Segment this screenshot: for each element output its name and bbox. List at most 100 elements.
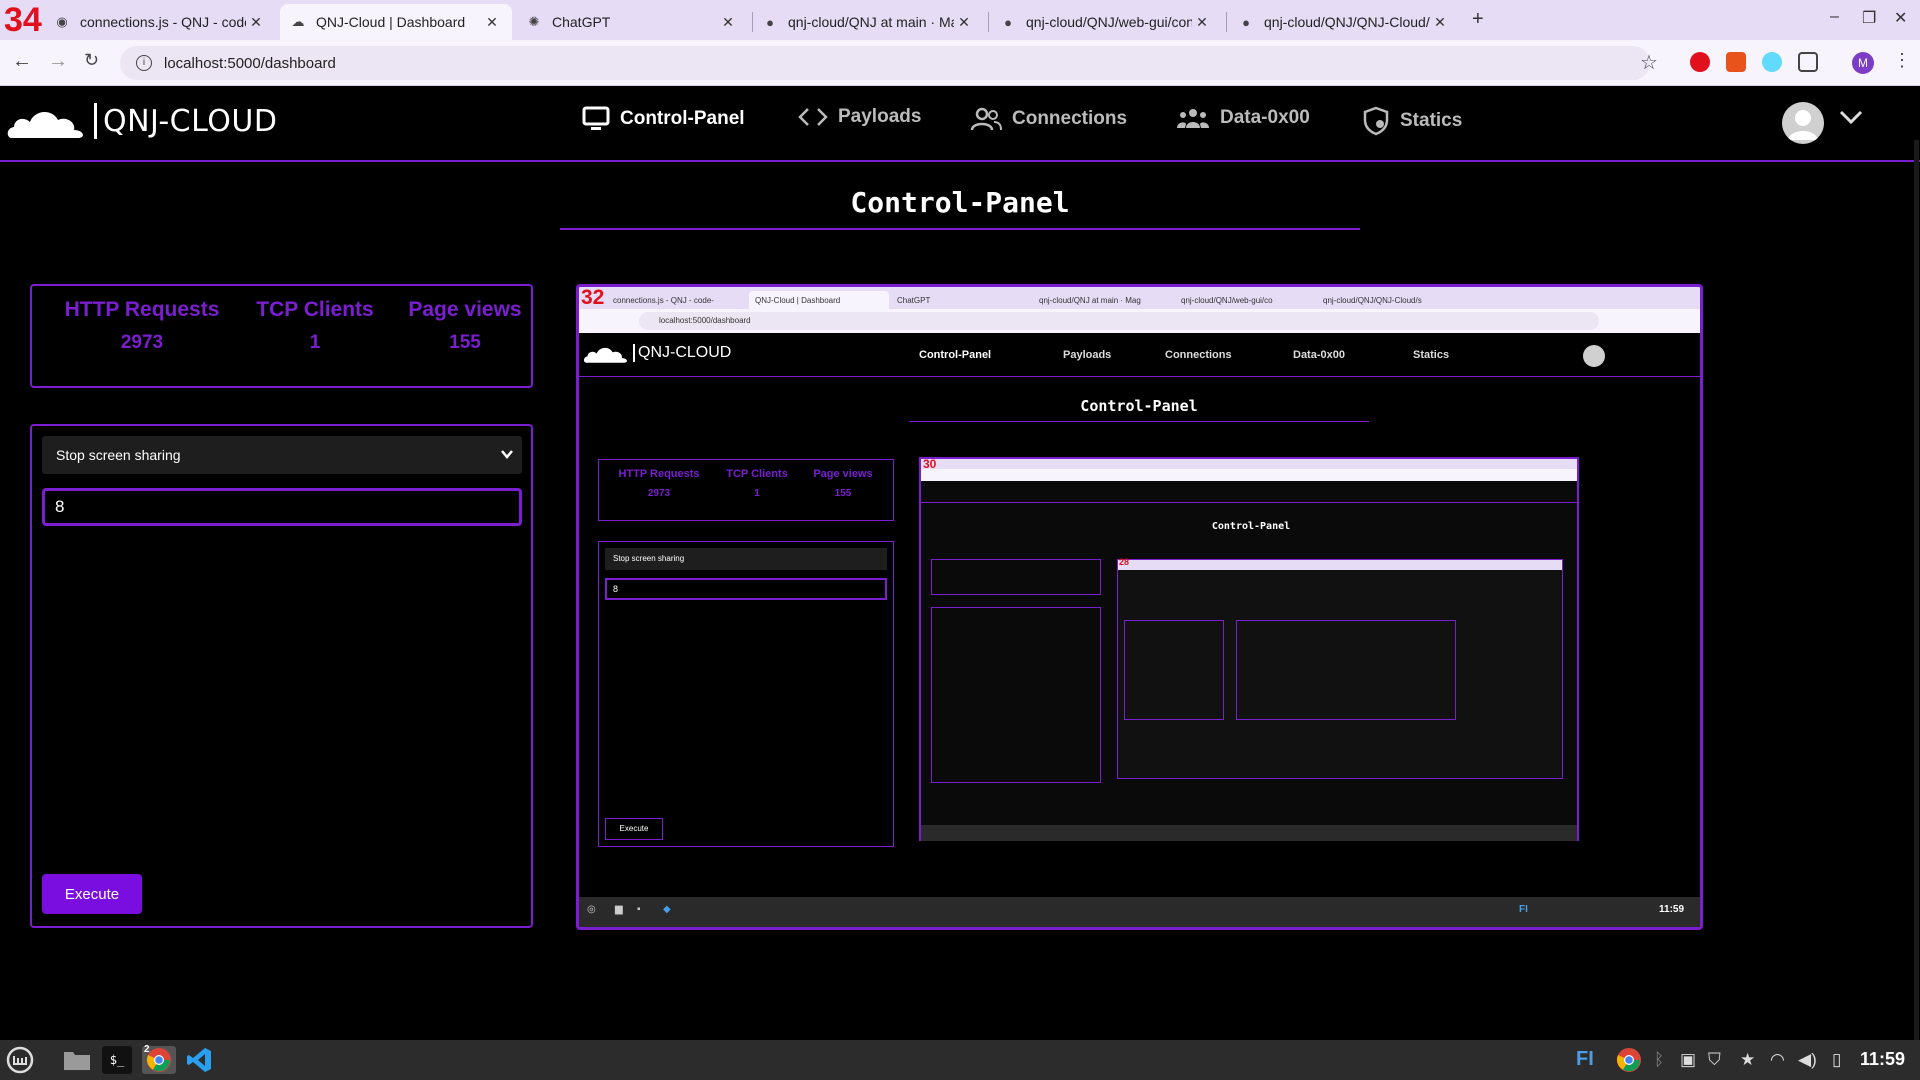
shared-page-title: Control-Panel — [1080, 397, 1198, 415]
clipboard-icon[interactable]: ▣ — [1680, 1050, 1696, 1070]
wifi-icon[interactable]: ◠ — [1770, 1050, 1785, 1070]
tab-dashboard[interactable]: ☁ QNJ-Cloud | Dashboard ✕ — [280, 4, 512, 40]
shared-clock: 11:59 — [1659, 904, 1685, 915]
chevron-down-icon — [500, 445, 514, 466]
group-icon — [1176, 106, 1210, 130]
tab-github-cloud[interactable]: ● qnj-cloud/QNJ/QNJ-Cloud/s ✕ — [1228, 4, 1460, 40]
tab-github-main[interactable]: ● qnj-cloud/QNJ at main · Mag ✕ — [752, 4, 984, 40]
nav-statics[interactable]: Statics — [1362, 106, 1462, 136]
new-tab-button[interactable]: + — [1472, 8, 1484, 31]
shared-address-bar: localhost:5000/dashboard — [579, 309, 1700, 333]
shared-stat-label: Page views — [813, 468, 873, 480]
close-icon[interactable]: ✕ — [1192, 14, 1212, 31]
favorites-star-icon[interactable]: ★ — [1740, 1050, 1755, 1070]
battery-icon[interactable]: ▯ — [1832, 1050, 1841, 1070]
chrome-taskbar-icon[interactable]: 2 — [142, 1044, 176, 1074]
kebab-menu-icon[interactable]: ⋮ — [1893, 50, 1911, 71]
volume-icon[interactable]: ◀) — [1798, 1050, 1817, 1070]
execute-button[interactable]: Execute — [42, 874, 142, 914]
close-icon[interactable]: ✕ — [954, 14, 974, 31]
nav-payloads[interactable]: Payloads — [798, 106, 921, 128]
stat-value: 1 — [309, 332, 321, 353]
stat-page-views: Page views 155 — [400, 298, 530, 354]
shared-command-input: 8 — [605, 578, 887, 600]
shared-tab: qnj-cloud/QNJ/QNJ-Cloud/s — [1323, 295, 1422, 305]
users-icon — [970, 106, 1002, 132]
nav-label: Control-Panel — [620, 108, 745, 129]
window-close-icon[interactable]: ✕ — [1894, 8, 1907, 28]
nav-control-panel[interactable]: Control-Panel — [582, 106, 745, 132]
close-icon[interactable]: ✕ — [246, 14, 266, 31]
vscode-icon: ◉ — [56, 14, 68, 29]
shared-user-avatar — [1583, 345, 1605, 367]
chrome-tray-icon[interactable] — [1614, 1046, 1644, 1074]
react-devtools-icon[interactable] — [1762, 52, 1782, 72]
extensions-puzzle-icon[interactable] — [1798, 52, 1818, 72]
tab-title: connections.js - QNJ - code-o — [80, 14, 246, 30]
restore-icon[interactable]: ❐ — [1862, 8, 1876, 28]
shared-tab: qnj-cloud/QNJ at main · Mag — [1039, 295, 1141, 305]
mint-menu-icon[interactable] — [6, 1046, 34, 1074]
qnj-cloud-icon: ☁ — [291, 14, 305, 29]
shared-tab: ChatGPT — [897, 295, 931, 305]
reload-button[interactable]: ↻ — [84, 50, 99, 71]
url-text: localhost:5000/dashboard — [164, 54, 336, 72]
os-taskbar: $_ 2 FI ᛒ ▣ ⛉ ★ ◠ ◀) ▯ 11:59 — [0, 1040, 1920, 1080]
stat-label: TCP Clients — [256, 298, 374, 321]
nested-screen-share: 30 Control-Panel 28 — [919, 457, 1579, 841]
file-manager-icon[interactable] — [62, 1046, 92, 1074]
shared-keyboard-layout: FI — [1519, 904, 1528, 915]
address-bar[interactable]: i localhost:5000/dashboard — [120, 46, 1650, 80]
profile-avatar[interactable]: M — [1852, 52, 1874, 74]
shared-workspace-badge: 32 — [581, 286, 605, 309]
update-shield-icon[interactable]: ⛉ — [1708, 1050, 1721, 1070]
stat-label: HTTP Requests — [64, 298, 220, 321]
shared-logo-text: QNJ-CLOUD — [633, 344, 731, 362]
opera-extension-icon[interactable] — [1690, 52, 1710, 72]
extension-orange-icon[interactable] — [1726, 52, 1746, 72]
app-header: QNJ-CLOUD Control-Panel Payloads Connect… — [0, 86, 1920, 162]
bluetooth-icon[interactable]: ᛒ — [1654, 1050, 1664, 1070]
shared-taskbar: ◎ ▆ ▪ ◆ FI 11:59 — [579, 897, 1700, 927]
shared-stat-value: 2973 — [647, 488, 671, 499]
nav-label: Statics — [1400, 110, 1463, 131]
title-divider — [560, 228, 1360, 230]
bookmark-star-icon[interactable]: ☆ — [1640, 50, 1658, 75]
cloud-logo-icon — [7, 111, 83, 138]
minimize-icon[interactable]: – — [1830, 8, 1839, 26]
info-icon[interactable]: i — [136, 55, 152, 71]
tab-chatgpt[interactable]: ✺ ChatGPT ✕ — [516, 4, 748, 40]
page-scrollbar[interactable] — [1914, 140, 1919, 1040]
nav-label: Payloads — [838, 106, 922, 127]
chevron-down-icon[interactable] — [1838, 108, 1864, 131]
forward-button[interactable]: → — [48, 50, 68, 73]
system-clock[interactable]: 11:59 — [1860, 1049, 1905, 1070]
user-icon — [1788, 110, 1818, 140]
nav-data-0x00[interactable]: Data-0x00 — [1176, 106, 1310, 130]
browser-tab-strip: 34 ◉ connections.js - QNJ - code-o ✕ ☁ Q… — [0, 0, 1920, 40]
tab-vscode[interactable]: ◉ connections.js - QNJ - code-o ✕ — [44, 4, 276, 40]
shared-command-select: Stop screen sharing — [605, 548, 887, 570]
tab-title: QNJ-Cloud | Dashboard — [316, 14, 466, 30]
shared-stat: HTTP Requests 2973 — [613, 468, 705, 499]
close-icon[interactable]: ✕ — [482, 14, 502, 31]
github-icon: ● — [1242, 14, 1250, 30]
close-icon[interactable]: ✕ — [1430, 14, 1450, 31]
keyboard-layout-indicator[interactable]: FI — [1576, 1048, 1594, 1071]
nav-connections[interactable]: Connections — [970, 106, 1127, 132]
terminal-icon[interactable]: $_ — [102, 1046, 132, 1074]
nav-label: Connections — [1012, 108, 1128, 129]
command-argument-input[interactable]: 8 — [42, 488, 522, 526]
app-logo[interactable]: QNJ-CLOUD — [6, 100, 277, 142]
shared-terminal-icon: ▪ — [637, 904, 641, 915]
user-avatar[interactable] — [1782, 102, 1824, 144]
shared-stat-label: TCP Clients — [726, 468, 788, 480]
back-button[interactable]: ← — [12, 50, 32, 73]
command-select[interactable]: Stop screen sharing — [42, 436, 522, 474]
tab-github-webgui[interactable]: ● qnj-cloud/QNJ/web-gui/con ✕ — [990, 4, 1222, 40]
close-icon[interactable]: ✕ — [718, 14, 738, 31]
vscode-taskbar-icon[interactable] — [184, 1046, 214, 1074]
shared-stat-label: HTTP Requests — [618, 468, 700, 480]
stats-panel: HTTP Requests 2973 TCP Clients 1 Page vi… — [30, 284, 533, 388]
shared-vscode-icon: ◆ — [663, 904, 671, 915]
